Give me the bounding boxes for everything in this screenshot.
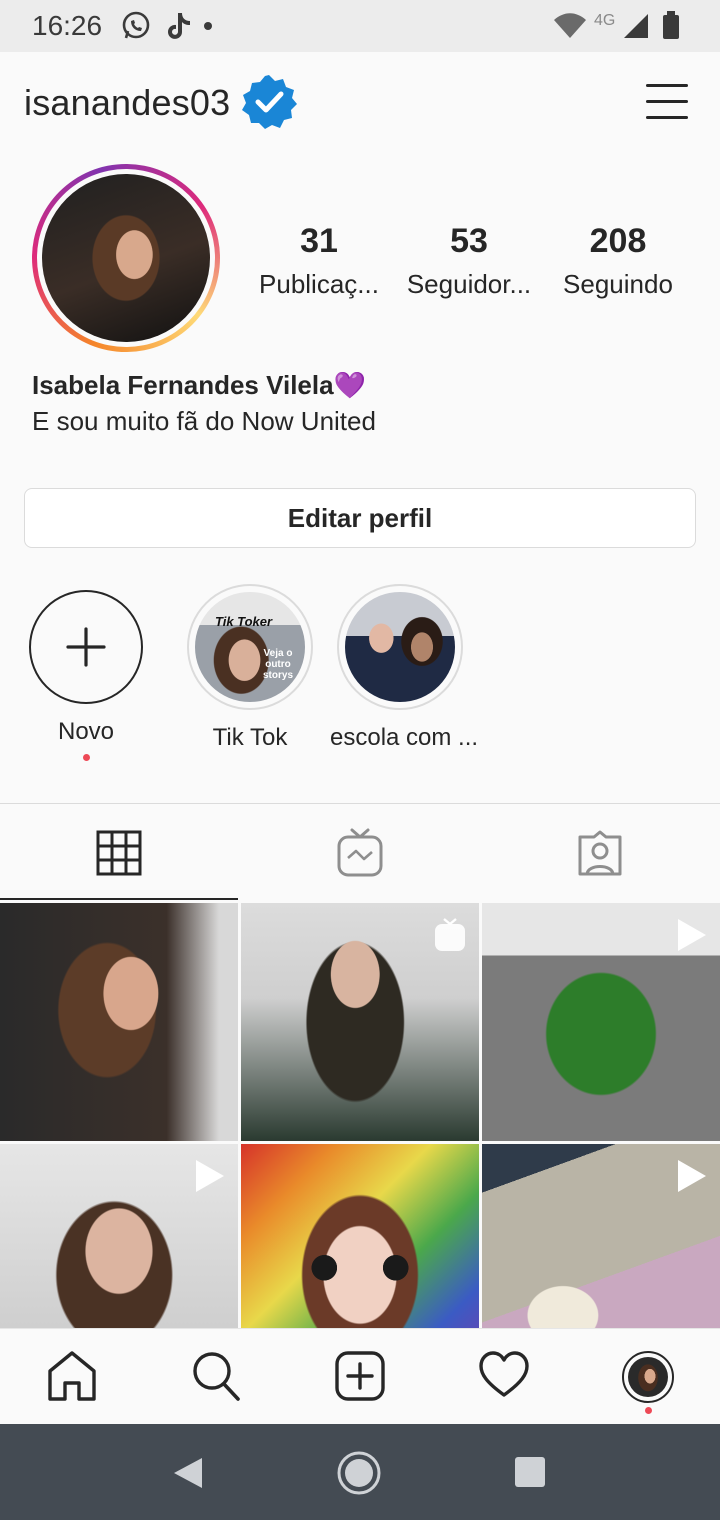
highlight-overlay-top: Tik Toker — [215, 614, 273, 629]
play-icon — [196, 1160, 224, 1192]
play-icon — [678, 919, 706, 951]
followers-stat[interactable]: 53 Seguidor... — [394, 222, 544, 300]
highlight-cover: Tik Toker Veja o outro storys — [195, 592, 305, 702]
bottom-navigation — [0, 1328, 720, 1425]
tiktok-icon — [168, 13, 190, 39]
tab-grid[interactable] — [0, 804, 240, 900]
post-thumbnail[interactable] — [0, 1144, 238, 1328]
highlight-new[interactable]: Novo — [26, 584, 146, 761]
avatar-photo — [628, 1357, 668, 1397]
back-icon[interactable] — [172, 1456, 204, 1490]
highlight-escola[interactable]: escola com ... — [330, 584, 479, 752]
status-bar: 16:26 4G — [0, 0, 720, 52]
tagged-icon — [578, 830, 622, 876]
home-icon[interactable] — [46, 1349, 98, 1403]
igtv-icon — [337, 828, 383, 877]
post-thumbnail[interactable] — [0, 903, 238, 1141]
post-thumbnail[interactable] — [482, 1144, 720, 1328]
battery-icon — [663, 11, 679, 39]
add-post-icon[interactable] — [334, 1349, 386, 1403]
highlight-tiktok[interactable]: Tik Toker Veja o outro storys Tik Tok — [180, 584, 320, 752]
followers-count: 53 — [450, 222, 488, 260]
android-navigation-bar — [0, 1424, 720, 1520]
grid-icon — [96, 830, 142, 876]
play-icon — [678, 1160, 706, 1192]
posts-label: Publicaç... — [259, 269, 379, 299]
notification-dot — [644, 1407, 652, 1414]
highlight-new-circle — [29, 590, 143, 704]
avatar-photo — [42, 174, 210, 342]
following-label: Seguindo — [563, 269, 673, 299]
following-stat[interactable]: 208 Seguindo — [543, 222, 693, 300]
followers-label: Seguidor... — [406, 269, 532, 299]
highlight-label: Novo — [57, 718, 115, 745]
tab-active-indicator — [0, 898, 238, 900]
network-type: 4G — [594, 12, 616, 29]
post-thumbnail[interactable] — [482, 903, 720, 1141]
notification-dot-icon — [204, 22, 212, 30]
search-icon[interactable] — [190, 1349, 242, 1403]
username: isanandes03 — [24, 82, 231, 123]
highlight-circle — [337, 584, 463, 710]
post-thumbnail[interactable] — [241, 903, 479, 1141]
igtv-badge-icon — [435, 918, 465, 951]
posts-grid — [0, 903, 720, 1328]
profile-tabs — [0, 803, 720, 900]
profile-name: Isabela Fernandes Vilela💜 — [32, 370, 366, 400]
verified-badge-icon — [242, 75, 297, 129]
whatsapp-icon — [122, 11, 150, 39]
edit-profile-button[interactable]: Editar perfil — [24, 488, 696, 548]
menu-icon[interactable] — [646, 84, 688, 120]
notification-dot — [82, 754, 90, 761]
status-time: 16:26 — [32, 10, 103, 41]
profile-avatar[interactable] — [32, 164, 220, 352]
signal-icon — [624, 14, 648, 38]
post-thumbnail[interactable] — [241, 1144, 479, 1328]
plus-icon — [66, 627, 106, 667]
tab-igtv[interactable] — [240, 804, 480, 900]
highlight-overlay-bottom: Veja o outro storys — [262, 648, 293, 681]
following-count: 208 — [589, 222, 647, 260]
wifi-icon — [554, 13, 586, 38]
profile-header: isanandes03 — [0, 52, 720, 152]
posts-count: 31 — [300, 222, 338, 260]
recents-icon[interactable] — [514, 1456, 546, 1488]
highlight-label: Tik Tok — [212, 724, 288, 751]
tab-tagged[interactable] — [480, 804, 720, 900]
posts-stat[interactable]: 31 Publicaç... — [244, 222, 394, 300]
profile-bio: E sou muito fã do Now United — [32, 406, 376, 436]
highlight-cover — [345, 592, 455, 702]
highlight-circle: Tik Toker Veja o outro storys — [187, 584, 313, 710]
highlight-label: escola com ... — [330, 724, 479, 751]
heart-icon[interactable] — [478, 1349, 530, 1403]
profile-nav-avatar[interactable] — [622, 1351, 674, 1414]
home-button-icon[interactable] — [336, 1450, 382, 1496]
